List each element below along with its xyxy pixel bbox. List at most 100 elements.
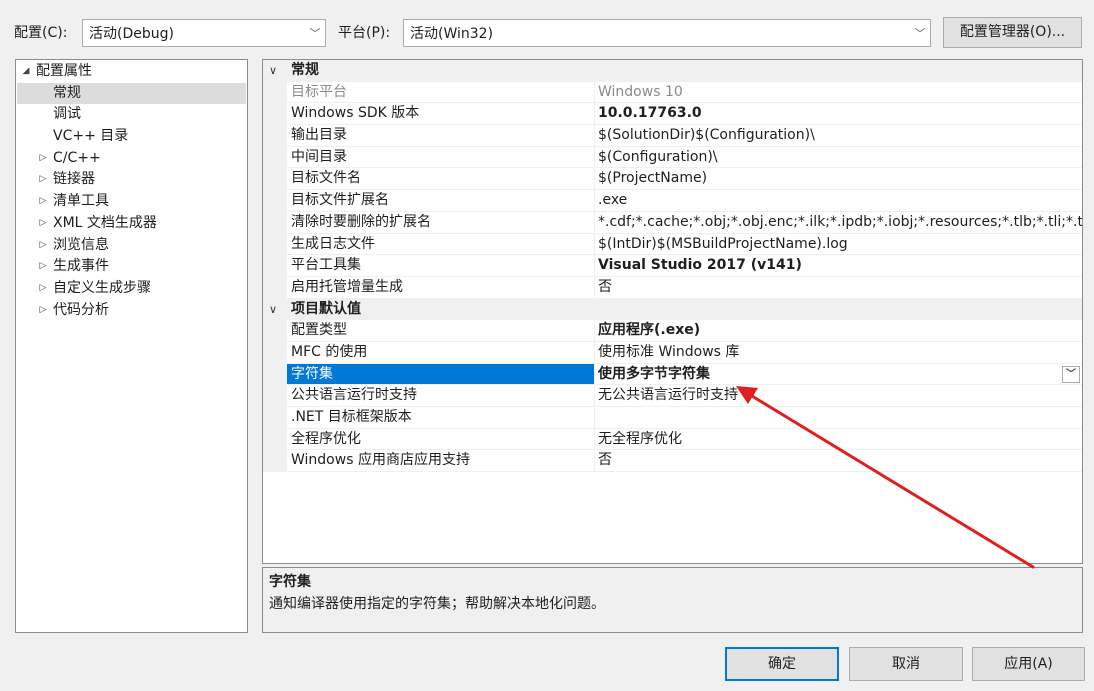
property-value[interactable]: 使用标准 Windows 库 [594,341,1082,364]
property-gutter [263,276,287,299]
property-row[interactable]: Windows SDK 版本 10.0.17763.0 [263,103,1082,126]
property-value-text: 无全程序优化 [598,430,682,447]
property-value[interactable]: 否 [594,276,1082,299]
property-row[interactable]: .NET 目标框架版本 [263,407,1082,429]
property-row[interactable]: 输出目录 $(SolutionDir)$(Configuration)\ [263,125,1082,147]
property-value[interactable]: .exe [594,190,1082,212]
property-name[interactable]: 启用托管增量生成 [287,277,594,299]
property-name[interactable]: 目标文件扩展名 [287,190,594,212]
tree-item-label: VC++ 目录 [53,128,129,145]
property-name[interactable]: 输出目录 [287,125,594,147]
tree-item[interactable]: VC++ 目录 [17,126,246,148]
property-name[interactable]: 中间目录 [287,147,594,169]
property-value[interactable]: 应用程序(.exe) [594,320,1082,342]
chevron-down-icon[interactable]: ﹀ [1062,365,1080,383]
property-value[interactable]: Visual Studio 2017 (v141) [594,255,1082,277]
collapsed-triangle-icon[interactable]: ▷ [36,169,50,191]
property-value[interactable] [594,407,1082,429]
property-value[interactable]: 否 [594,450,1082,473]
cancel-button[interactable]: 取消 [849,647,963,681]
tree-item[interactable]: 常规 [17,82,246,105]
config-select[interactable]: 活动(Debug) ﹀ [82,19,326,47]
property-row[interactable]: 中间目录 $(Configuration)\ [263,146,1082,169]
property-row[interactable]: 目标文件扩展名 .exe [263,190,1082,212]
collapsed-triangle-icon[interactable]: ▷ [36,235,50,257]
tree-item[interactable]: 调试 [17,104,246,126]
collapsed-triangle-icon[interactable]: ▷ [36,213,50,235]
chevron-down-icon: ﹀ [914,27,926,40]
property-category[interactable]: ∨ 项目默认值 [263,298,1082,321]
tree-item-label: 清单工具 [53,193,109,210]
config-manager-button[interactable]: 配置管理器(O)... [943,17,1082,48]
property-name[interactable]: 目标平台 [287,82,594,104]
chevron-down-icon[interactable]: ∨ [269,299,277,321]
tree-item-label: 生成事件 [53,258,109,275]
property-row[interactable]: 目标平台 Windows 10 [263,81,1082,104]
property-value[interactable]: 无公共语言运行时支持 [594,385,1082,407]
property-name[interactable]: Windows 应用商店应用支持 [287,450,594,473]
property-value-text: 否 [598,278,612,295]
property-name[interactable]: Windows SDK 版本 [287,103,594,126]
property-row[interactable]: 全程序优化 无全程序优化 [263,428,1082,451]
property-value[interactable]: Windows 10 [594,81,1082,104]
collapsed-triangle-icon[interactable]: ▷ [36,278,50,300]
property-value-text: $(SolutionDir)$(Configuration)\ [598,127,815,144]
tree-item-label: 配置属性 [36,63,92,79]
property-value-text: *.cdf;*.cache;*.obj;*.obj.enc;*.ilk;*.ip… [598,213,1082,230]
tree-item-label: 自定义生成步骤 [53,279,151,296]
property-value[interactable]: 10.0.17763.0 [594,103,1082,126]
property-row[interactable]: Windows 应用商店应用支持否 [263,450,1082,473]
property-row[interactable]: 公共语言运行时支持 无公共语言运行时支持 [263,385,1082,407]
property-value[interactable]: 无全程序优化 [594,428,1082,451]
property-name[interactable]: 配置类型 [287,320,594,342]
property-row[interactable]: 配置类型 应用程序(.exe) [263,320,1082,342]
tree-item[interactable]: ▷ 链接器 [17,169,246,191]
ok-button[interactable]: 确定 [725,647,839,681]
property-name[interactable]: 清除时要删除的扩展名 [287,212,594,234]
property-gutter [263,81,287,104]
property-name[interactable]: 目标文件名 [287,168,594,191]
property-row[interactable]: 平台工具集 Visual Studio 2017 (v141) [263,255,1082,277]
collapsed-triangle-icon[interactable]: ▷ [36,300,50,322]
apply-button[interactable]: 应用(A) [972,647,1085,681]
tree-item[interactable]: ▷ XML 文档生成器 [17,213,246,235]
property-name[interactable]: 字符集 [287,363,594,386]
collapsed-triangle-icon[interactable]: ▷ [36,191,50,213]
property-value-text: 使用多字节字符集 [598,365,710,382]
property-row[interactable]: 目标文件名 $(ProjectName) [263,168,1082,191]
property-name[interactable]: .NET 目标框架版本 [287,407,594,429]
property-value[interactable]: $(IntDir)$(MSBuildProjectName).log [594,233,1082,256]
property-gutter [263,363,287,386]
tree-item-label: 调试 [53,106,81,123]
expanded-triangle-icon[interactable]: ◢ [19,61,33,83]
property-name[interactable]: 生成日志文件 [287,234,594,256]
property-value[interactable]: $(ProjectName) [594,168,1082,191]
collapsed-triangle-icon[interactable]: ▷ [36,148,50,170]
tree-item[interactable]: ◢ 配置属性 [17,61,246,83]
tree-item[interactable]: ▷ 清单工具 [17,191,246,213]
property-gutter [263,125,287,147]
property-value[interactable]: $(SolutionDir)$(Configuration)\ [594,125,1082,147]
property-name[interactable]: 全程序优化 [287,429,594,451]
tree-item[interactable]: ▷ C/C++ [17,148,246,170]
property-category[interactable]: ∨ 常规 [263,60,1082,82]
chevron-down-icon[interactable]: ∨ [269,60,277,82]
tree-item[interactable]: ▷ 代码分析 [17,300,246,322]
property-row[interactable]: 字符集 使用多字节字符集 ﹀ [263,363,1082,386]
collapsed-triangle-icon[interactable]: ▷ [36,256,50,278]
tree-item[interactable]: ▷ 自定义生成步骤 [17,278,246,300]
property-value[interactable]: *.cdf;*.cache;*.obj;*.obj.enc;*.ilk;*.ip… [594,211,1082,234]
property-row[interactable]: 生成日志文件 $(IntDir)$(MSBuildProjectName).log [263,233,1082,256]
property-value[interactable]: $(Configuration)\ [594,146,1082,169]
property-row[interactable]: 启用托管增量生成否 [263,276,1082,299]
property-row[interactable]: 清除时要删除的扩展名 *.cdf;*.cache;*.obj;*.obj.enc;… [263,211,1082,234]
property-name[interactable]: MFC 的使用 [287,342,594,364]
property-row[interactable]: MFC 的使用 使用标准 Windows 库 [263,341,1082,364]
platform-select[interactable]: 活动(Win32) ﹀ [403,19,931,47]
property-value[interactable]: 使用多字节字符集 ﹀ [594,363,1082,386]
property-name[interactable]: 公共语言运行时支持 [287,385,594,407]
property-name[interactable]: 平台工具集 [287,255,594,277]
tree-item[interactable]: ▷ 生成事件 [17,256,246,278]
tree-item[interactable]: ▷ 浏览信息 [17,235,246,257]
property-gutter [263,450,287,473]
